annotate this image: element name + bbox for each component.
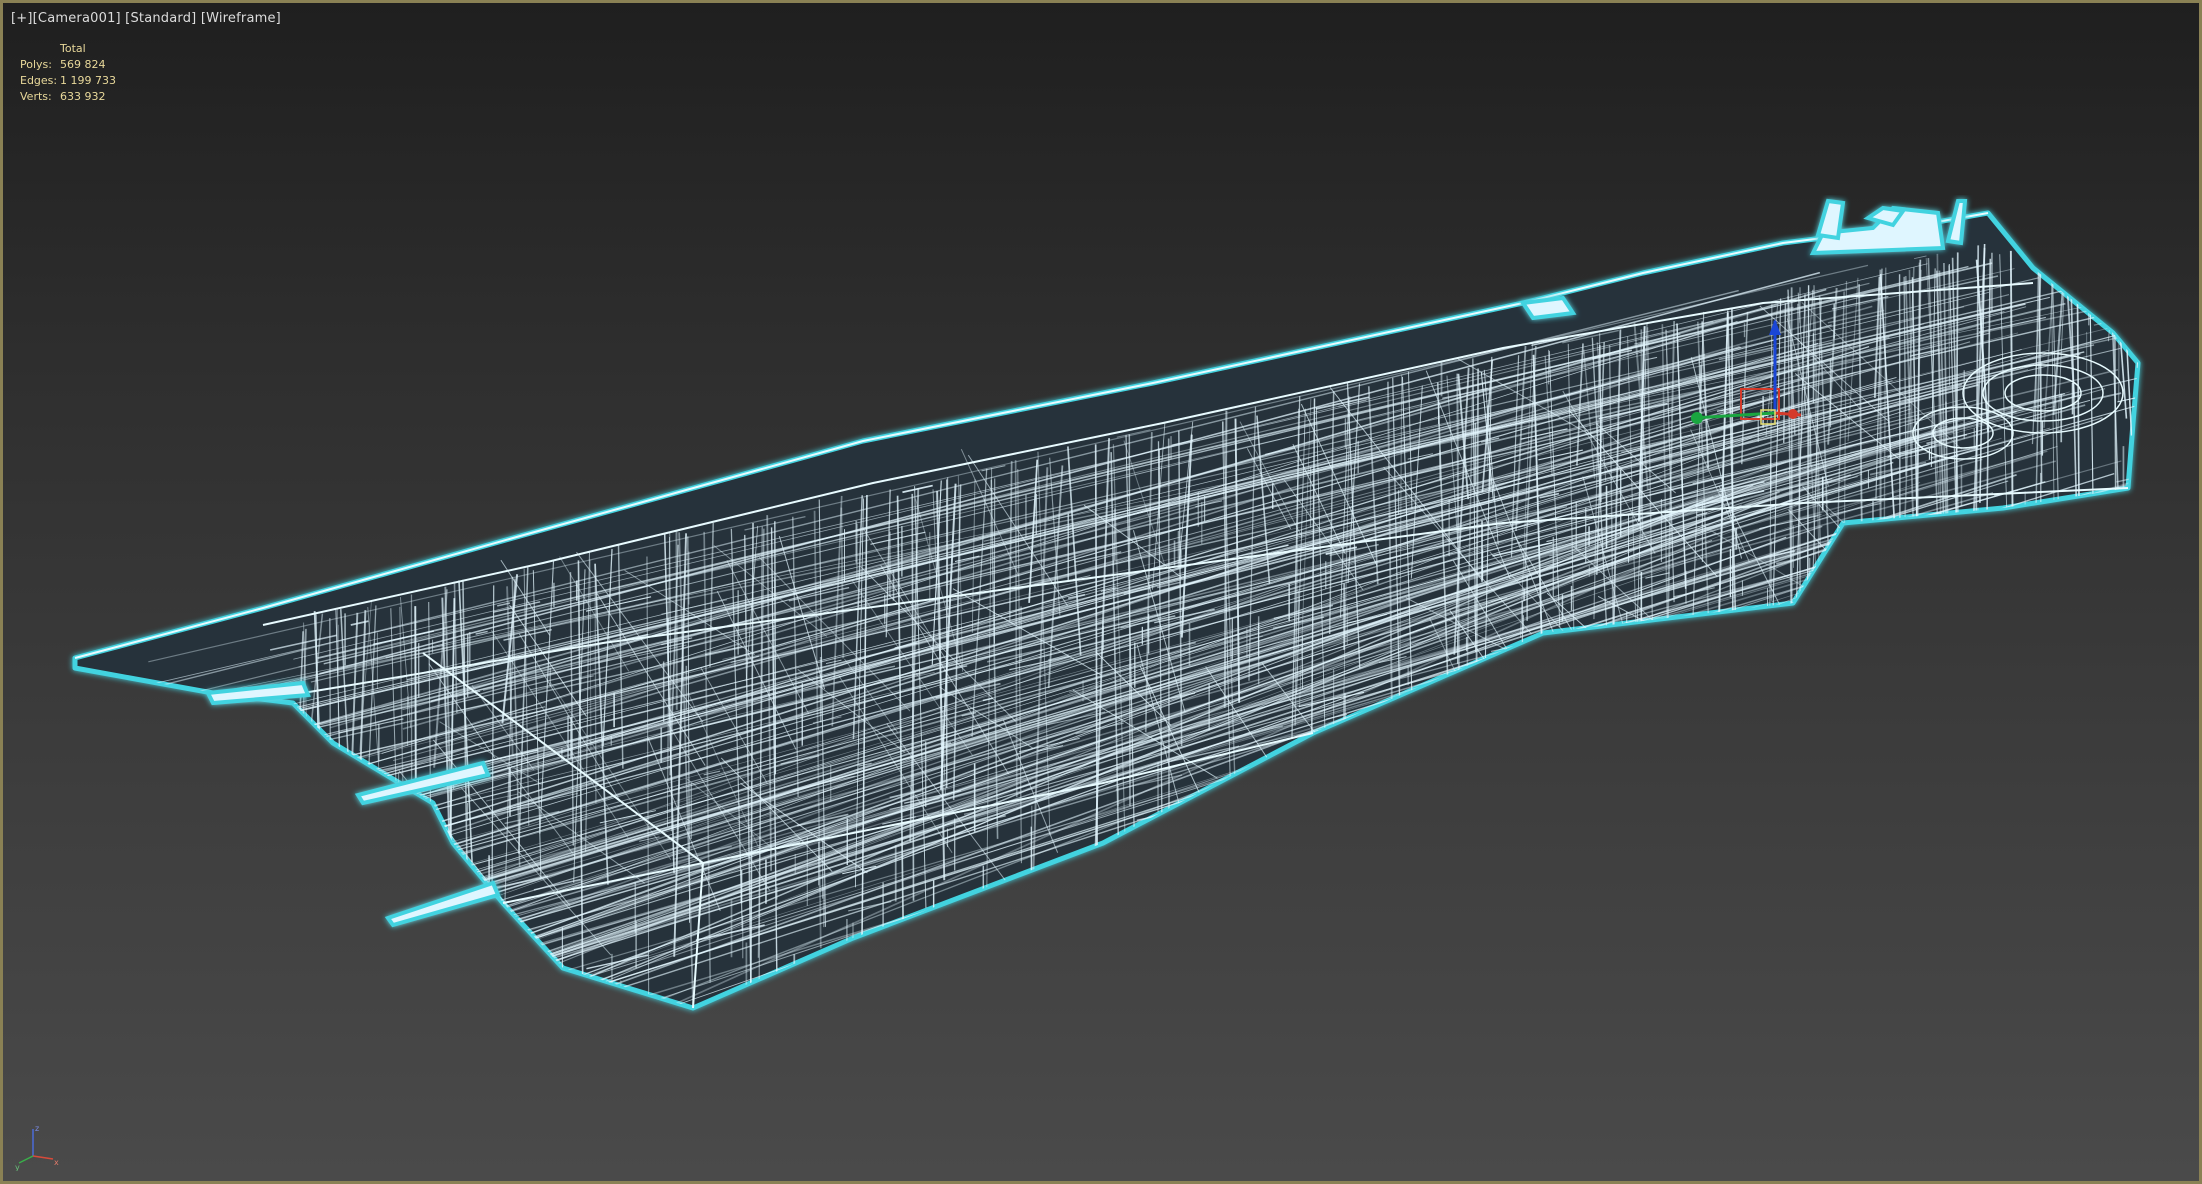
mesh-edge <box>1872 601 1919 614</box>
mesh-edge <box>2135 213 2138 487</box>
mesh-edge <box>2105 654 2138 664</box>
mesh-edge <box>363 1032 414 1043</box>
mesh-edge <box>279 878 323 890</box>
mesh-edge <box>420 993 481 1008</box>
mesh-edge <box>2024 652 2077 665</box>
mesh-edge <box>1783 649 1813 658</box>
mesh-edge <box>1245 867 1298 881</box>
mesh-edge <box>409 925 446 935</box>
mesh-edge <box>1788 509 1931 664</box>
mesh-edge <box>1213 880 1225 884</box>
mesh-edge <box>2108 217 2118 342</box>
mesh-edge <box>2062 230 2095 239</box>
mesh-edge <box>1391 807 1428 818</box>
mesh-edge <box>1669 769 1704 779</box>
mesh-edge <box>284 1057 314 1063</box>
mesh-edge <box>1999 583 2017 588</box>
mesh-edge <box>2013 694 2066 708</box>
mesh-edge <box>1475 668 1488 672</box>
mesh-edge <box>2020 604 2072 617</box>
mesh-edge <box>414 606 418 1008</box>
mesh-edge <box>1640 329 1644 541</box>
mesh-edge <box>2006 661 2034 669</box>
mesh-edge <box>278 996 306 1004</box>
mesh-edge <box>2042 251 2058 256</box>
mesh-edge <box>923 914 967 926</box>
ship-wire-mesh <box>78 213 2146 1089</box>
mesh-edge <box>1208 862 1255 875</box>
mesh-edge <box>1850 530 1875 538</box>
mesh-edge <box>1164 822 1183 828</box>
mesh-edge <box>329 866 383 880</box>
mesh-edge <box>1380 783 1402 789</box>
mesh-edge <box>1940 576 1978 586</box>
mesh-edge <box>2005 649 2021 655</box>
mesh-edge <box>948 900 1018 917</box>
mesh-edge <box>1960 655 1990 664</box>
axis-tripod-icon: z x y <box>15 1124 59 1171</box>
mesh-edge <box>1460 713 1490 722</box>
mesh-edge <box>1276 812 1312 821</box>
axis-x-label: x <box>54 1158 59 1167</box>
mesh-edge <box>2136 213 2138 368</box>
mesh-edge <box>1246 792 1308 808</box>
axis-z-label: z <box>35 1124 39 1133</box>
mesh-edge <box>2069 253 2111 264</box>
mesh-edge <box>2108 618 2138 633</box>
mesh-edge <box>1834 749 1857 757</box>
mesh-edge <box>1487 764 1539 777</box>
viewport-camera001[interactable]: [+][Camera001] [Standard] [Wireframe] To… <box>0 0 2202 1184</box>
mesh-edge <box>2053 519 2121 536</box>
mesh-edge <box>2059 270 2110 283</box>
mesh-edge <box>1759 689 1791 698</box>
mesh-edge <box>359 780 383 788</box>
mesh-edge <box>1895 627 1908 632</box>
mesh-edge <box>2118 219 2120 403</box>
mesh-edge <box>1974 611 1992 616</box>
mesh-edge <box>2086 233 2111 241</box>
mesh-edge <box>300 1079 346 1089</box>
mesh-edge <box>1497 693 1556 708</box>
mesh-edge <box>1934 688 1987 702</box>
mesh-edge <box>1894 581 1934 591</box>
axis-y-label: y <box>15 1163 20 1171</box>
mesh-edge <box>2109 576 2138 590</box>
mesh-edge <box>1728 677 1746 683</box>
mesh-edge <box>2049 233 2101 247</box>
mesh-edge <box>523 1020 573 1031</box>
mesh-edge <box>1466 668 1523 683</box>
wireframe-ship-model[interactable] <box>3 3 2199 1181</box>
mesh-edge <box>429 835 447 841</box>
mesh-edge <box>774 521 777 775</box>
mesh-edge <box>1212 817 1264 831</box>
mesh-edge <box>1041 901 1086 913</box>
mesh-edge <box>2027 641 2080 655</box>
mesh-edge <box>1818 697 1863 709</box>
mesh-edge <box>770 974 799 982</box>
mesh-edge <box>1254 807 1269 812</box>
mesh-edge <box>2145 218 2146 387</box>
mesh-edge <box>1478 759 1524 771</box>
mesh-edge <box>1955 628 1969 633</box>
mesh-edge <box>2064 255 2119 269</box>
mesh-edge <box>751 978 817 995</box>
mesh-edge <box>1548 648 1588 660</box>
mesh-edge <box>367 847 388 853</box>
mesh-edge <box>1514 760 1573 775</box>
mesh-edge <box>1601 711 1651 724</box>
mesh-edge <box>449 1016 500 1027</box>
mesh-edge <box>2120 570 2138 577</box>
mesh-edge <box>1981 549 2015 559</box>
mesh-edge <box>1224 846 1268 857</box>
mesh-edge <box>372 943 421 956</box>
mesh-edge <box>257 821 297 832</box>
mesh-edge <box>484 990 534 1003</box>
mesh-edge <box>1735 735 1789 749</box>
mesh-edge <box>356 1017 389 1024</box>
